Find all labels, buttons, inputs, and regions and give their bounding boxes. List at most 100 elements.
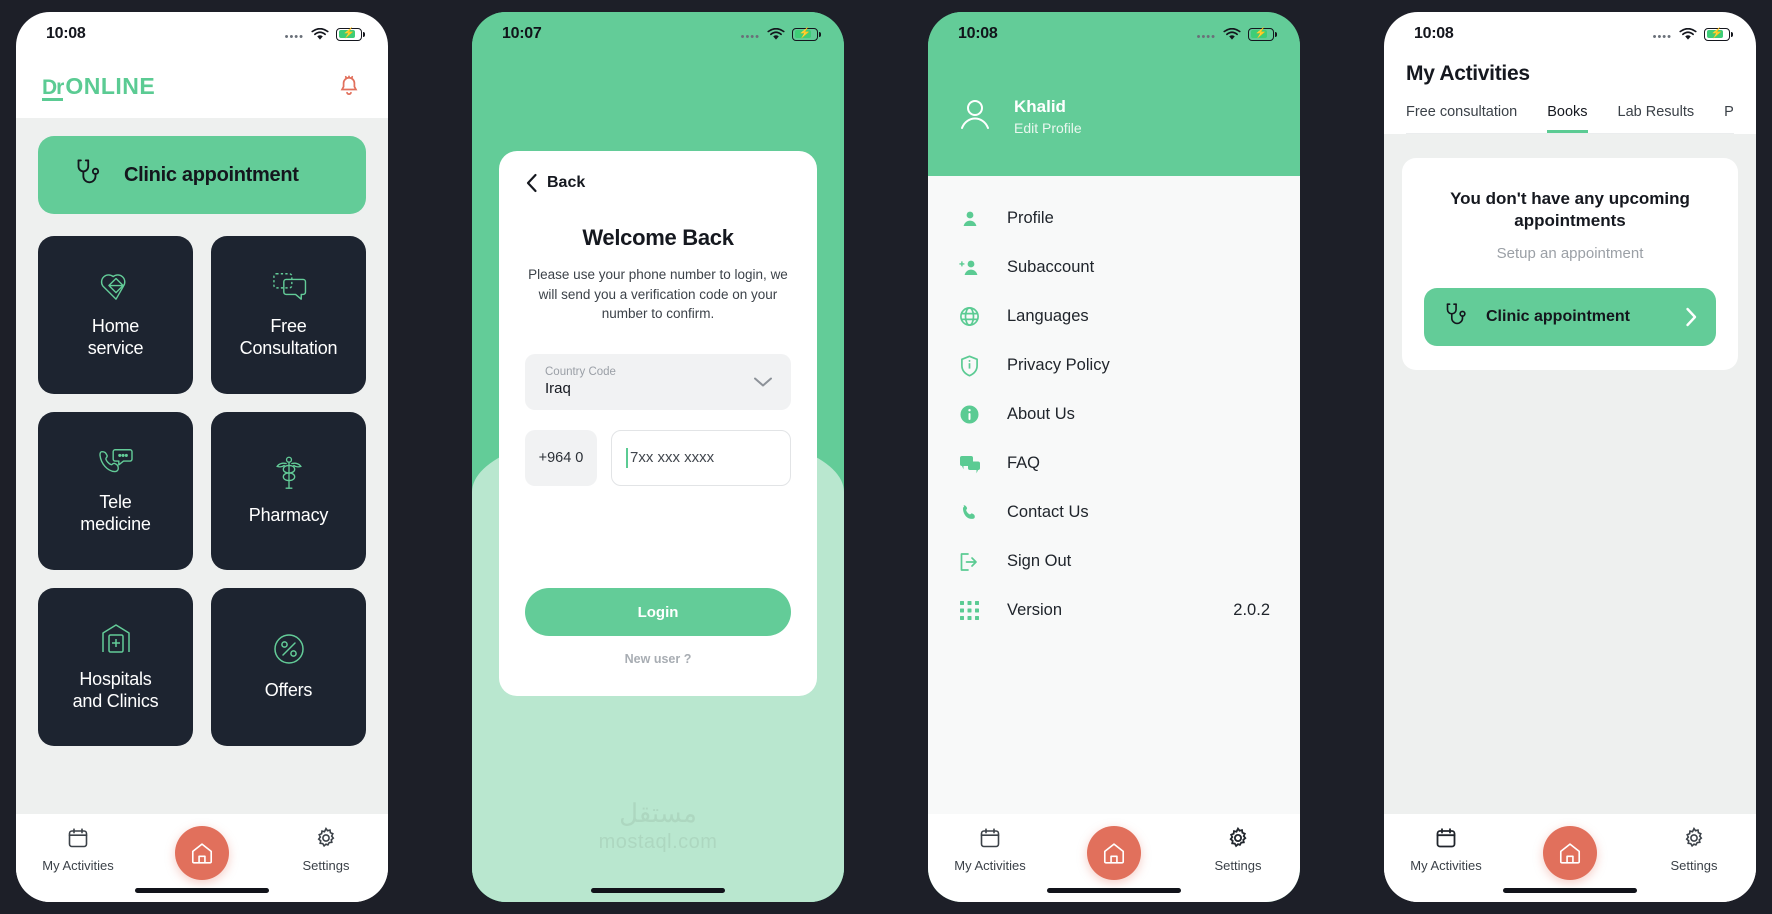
clinic-appointment-button[interactable]: Clinic appointment <box>1424 287 1716 346</box>
nav-settings[interactable]: Settings <box>1648 826 1740 873</box>
tab-prescriptions[interactable]: Prescri <box>1724 104 1734 133</box>
tile-label: Free Consultation <box>239 316 338 358</box>
menu-label: Profile <box>1007 209 1054 227</box>
tile-label: Home service <box>87 316 144 358</box>
phone-screen-login: 10:07 •••• ⚡ Back Welcome Back Please us… <box>472 12 844 902</box>
status-icons: •••• ⚡ <box>1653 27 1733 42</box>
country-code-select[interactable]: Country Code Iraq <box>525 353 791 410</box>
nav-my-activities[interactable]: My Activities <box>32 826 124 873</box>
calendar-icon <box>980 828 1000 848</box>
menu-item-privacy-policy[interactable]: Privacy Policy <box>928 341 1300 390</box>
app-logo: Dr ONLINE <box>42 73 155 102</box>
battery-icon: ⚡ <box>1704 27 1733 41</box>
nav-home-fab[interactable] <box>156 826 248 880</box>
shield-info-icon <box>958 354 981 377</box>
home-fab-button[interactable] <box>175 826 229 880</box>
edit-profile-link[interactable]: Edit Profile <box>1014 120 1082 136</box>
menu-label: Sign Out <box>1007 552 1072 570</box>
nav-my-activities[interactable]: My Activities <box>1400 826 1492 873</box>
nav-settings[interactable]: Settings <box>280 826 372 873</box>
tab-books[interactable]: Books <box>1547 104 1588 133</box>
phone-screen-activities: 10:08 •••• ⚡ My Activities Free consulta… <box>1384 12 1756 902</box>
notification-bell-icon[interactable] <box>336 74 362 100</box>
phone-number-input[interactable]: 7xx xxx xxxx <box>611 429 791 486</box>
chevron-right-icon <box>1686 307 1697 327</box>
nav-settings[interactable]: Settings <box>1192 826 1284 873</box>
menu-label: Subaccount <box>1007 258 1095 276</box>
chat-bubbles-icon <box>272 273 306 300</box>
nav-label: My Activities <box>1410 858 1482 873</box>
status-icons: •••• ⚡ <box>741 27 821 42</box>
login-card: Back Welcome Back Please use your phone … <box>499 151 817 696</box>
home-indicator <box>1503 888 1637 893</box>
nav-my-activities[interactable]: My Activities <box>944 826 1036 873</box>
battery-icon: ⚡ <box>336 27 365 41</box>
nav-home-fab[interactable] <box>1524 826 1616 880</box>
country-code-value: Iraq <box>545 380 571 398</box>
menu-item-sign-out[interactable]: Sign Out <box>928 537 1300 586</box>
new-user-link[interactable]: New user ? <box>525 652 791 666</box>
watermark-latin: mostaql.com <box>598 831 718 853</box>
hospital-icon <box>101 624 130 653</box>
login-button[interactable]: Login <box>525 588 791 636</box>
nav-label: My Activities <box>42 858 114 873</box>
menu-item-profile[interactable]: Profile <box>928 194 1300 243</box>
chevron-left-icon <box>526 173 537 193</box>
logo-online-text: ONLINE <box>65 72 156 99</box>
profile-header[interactable]: Khalid Edit Profile <box>928 56 1300 176</box>
tile-label: Pharmacy <box>248 505 329 526</box>
tile-offers[interactable]: Offers <box>211 588 366 746</box>
screenshot-stage: 10:08 •••• ⚡ Dr ONLINE Clinic appointmen… <box>0 0 1772 914</box>
page-title: My Activities <box>1406 62 1530 85</box>
clinic-appointment-button[interactable]: Clinic appointment <box>38 136 366 214</box>
tile-tele-medicine[interactable]: Tele medicine <box>38 412 193 570</box>
gear-icon <box>1229 826 1247 848</box>
phone-prefix: +964 0 <box>525 429 597 486</box>
watermark: مستقل mostaql.com <box>599 798 718 854</box>
menu-item-faq[interactable]: FAQ <box>928 439 1300 488</box>
tab-lab-results[interactable]: Lab Results <box>1618 104 1695 133</box>
settings-menu: Profile Subaccount Languages Privacy Pol… <box>928 176 1300 814</box>
home-icon <box>1103 843 1125 864</box>
chevron-down-icon <box>754 377 772 387</box>
calendar-icon <box>68 828 88 848</box>
menu-label: Version <box>1007 601 1063 619</box>
back-button[interactable]: Back <box>525 173 791 193</box>
phone-screen-settings: 10:08 •••• ⚡ Khalid Edit Profile Profile… <box>928 12 1300 902</box>
home-fab-button[interactable] <box>1543 826 1597 880</box>
battery-icon: ⚡ <box>792 27 821 41</box>
menu-item-languages[interactable]: Languages <box>928 292 1300 341</box>
version-value: 2.0.2 <box>1233 601 1270 619</box>
stethoscope-icon <box>77 159 100 184</box>
home-fab-button[interactable] <box>1087 826 1141 880</box>
status-icons: •••• ⚡ <box>285 27 365 42</box>
nav-label: Settings <box>1670 858 1718 873</box>
tile-label: Tele medicine <box>80 492 151 534</box>
empty-state-subtitle: Setup an appointment <box>1496 244 1644 262</box>
profile-texts: Khalid Edit Profile <box>1014 97 1082 136</box>
wifi-icon <box>1679 27 1697 40</box>
battery-icon: ⚡ <box>1248 27 1277 41</box>
menu-item-about-us[interactable]: About Us <box>928 390 1300 439</box>
wifi-icon <box>767 27 785 40</box>
stethoscope-icon <box>1446 303 1466 325</box>
menu-item-subaccount[interactable]: Subaccount <box>928 243 1300 292</box>
nav-home-fab[interactable] <box>1068 826 1160 880</box>
wifi-icon <box>311 27 329 40</box>
text-caret <box>626 447 628 468</box>
menu-item-contact-us[interactable]: Contact Us <box>928 488 1300 537</box>
tile-pharmacy[interactable]: Pharmacy <box>211 412 366 570</box>
login-title: Welcome Back <box>582 225 734 250</box>
phone-screen-home: 10:08 •••• ⚡ Dr ONLINE Clinic appointmen… <box>16 12 388 902</box>
clinic-appointment-label: Clinic appointment <box>1486 307 1630 325</box>
person-icon <box>958 209 981 229</box>
nav-label: Settings <box>302 858 350 873</box>
tile-free-consultation[interactable]: Free Consultation <box>211 236 366 394</box>
nav-label: Settings <box>1214 858 1262 873</box>
grid-dots-icon <box>958 601 981 620</box>
tile-hospitals-and-clinics[interactable]: Hospitals and Clinics <box>38 588 193 746</box>
service-tile-grid: Home service Free Consultation Tele medi… <box>38 236 366 746</box>
tab-free-consultation[interactable]: Free consultation <box>1406 104 1517 133</box>
country-code-texts: Country Code Iraq <box>545 366 616 397</box>
tile-home-service[interactable]: Home service <box>38 236 193 394</box>
